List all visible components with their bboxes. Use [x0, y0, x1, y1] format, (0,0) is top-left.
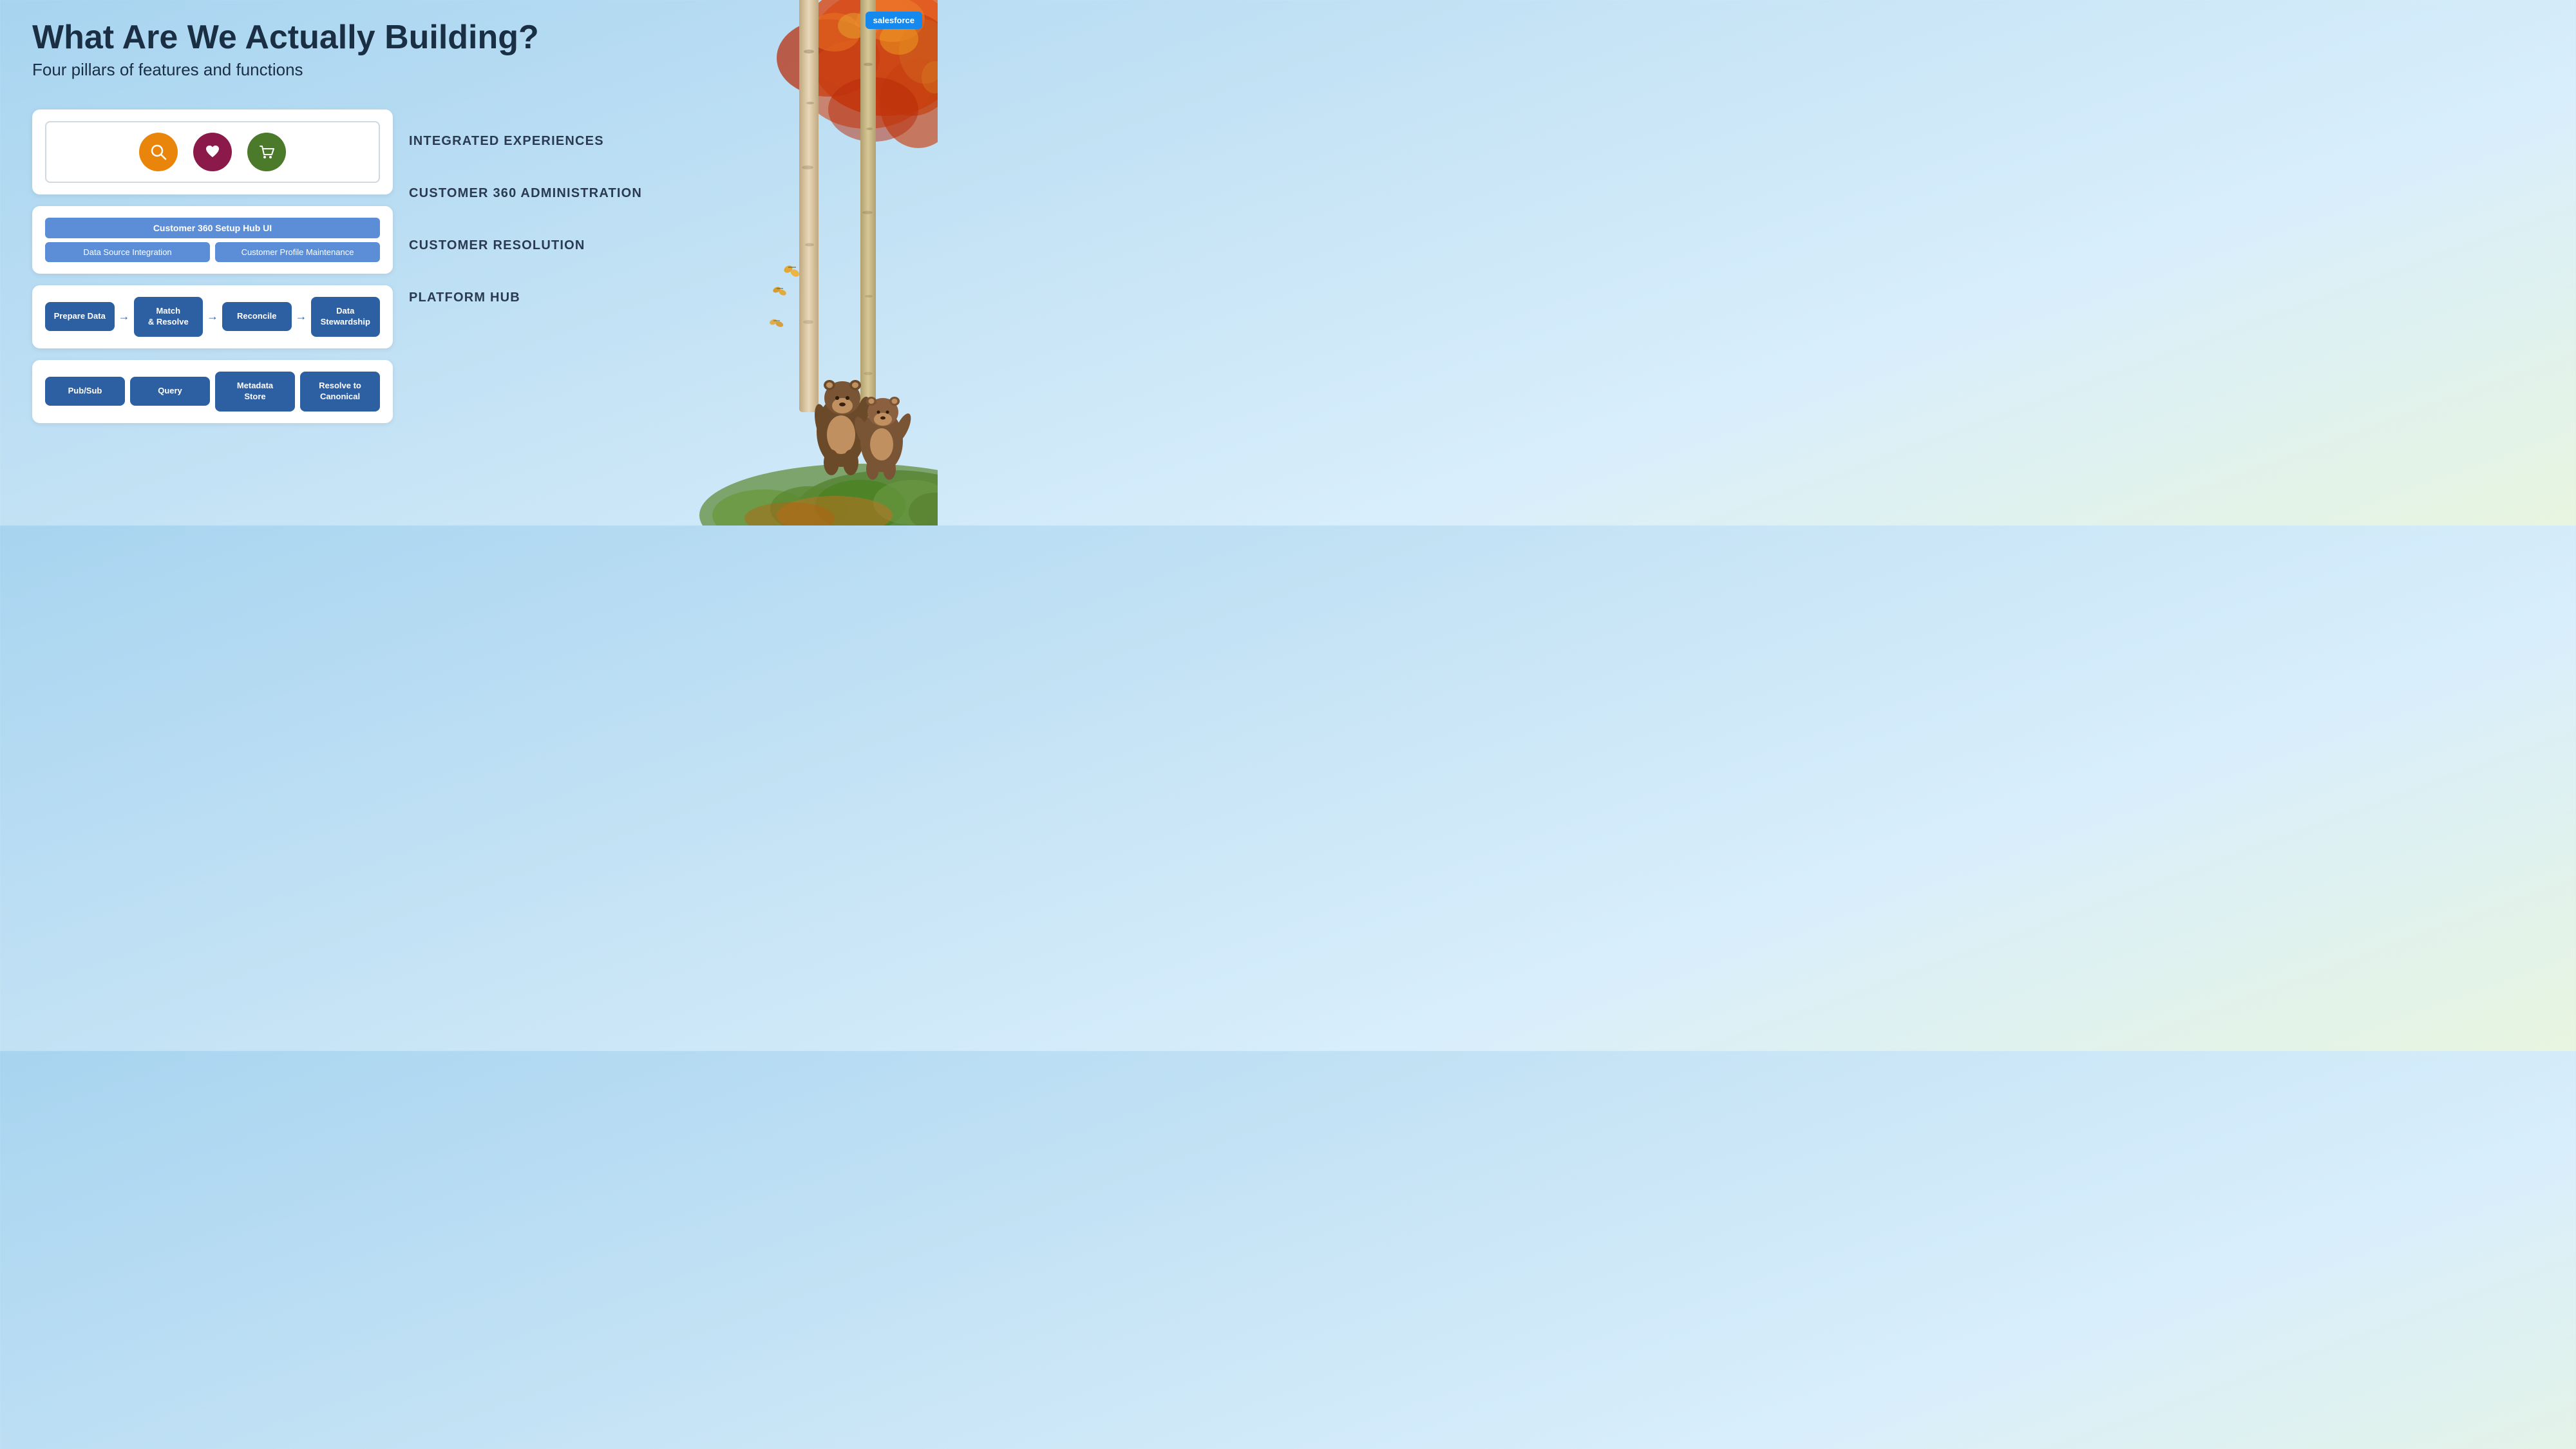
main-title: What Are We Actually Building?	[32, 19, 539, 56]
pillar-row-admin: Customer 360 Setup Hub UI Data Source In…	[32, 206, 393, 274]
label-admin: CUSTOMER 360 ADMINISTRATION	[409, 186, 642, 201]
label-resolution: CUSTOMER RESOLUTION	[409, 238, 642, 253]
admin-bottom-row: Data Source Integration Customer Profile…	[45, 242, 380, 262]
salesforce-logo: salesforce	[866, 12, 922, 29]
icons-wrapper	[45, 121, 380, 183]
admin-block: Customer 360 Setup Hub UI Data Source In…	[45, 218, 380, 262]
pillar-row-integrated	[32, 109, 393, 194]
plat-resolve: Resolve toCanonical	[300, 372, 380, 412]
nature-decoration	[667, 0, 938, 526]
cart-icon-circle	[247, 133, 286, 171]
labels-wrapper: INTEGRATED EXPERIENCES CUSTOMER 360 ADMI…	[409, 116, 642, 305]
label-platform: PLATFORM HUB	[409, 290, 642, 305]
pillar-row-resolution: Prepare Data → Match& Resolve → Reconcil…	[32, 285, 393, 348]
arrow-2: →	[207, 310, 218, 323]
title-area: What Are We Actually Building? Four pill…	[32, 19, 539, 80]
admin-sub-bar-left: Data Source Integration	[45, 242, 210, 262]
pillars-container: Customer 360 Setup Hub UI Data Source In…	[32, 109, 393, 435]
res-match-resolve: Match& Resolve	[134, 297, 204, 337]
plat-pubsub: Pub/Sub	[45, 377, 125, 406]
res-data-stewardship: DataStewardship	[311, 297, 381, 337]
subtitle: Four pillars of features and functions	[32, 60, 539, 80]
platform-row: Pub/Sub Query MetadataStore Resolve toCa…	[45, 372, 380, 412]
search-icon-circle	[139, 133, 178, 171]
arrow-3: →	[296, 310, 307, 323]
pillar-row-platform: Pub/Sub Query MetadataStore Resolve toCa…	[32, 360, 393, 423]
heart-icon-circle	[193, 133, 232, 171]
arrow-1: →	[118, 310, 130, 323]
res-prepare-data: Prepare Data	[45, 302, 115, 331]
plat-metadata: MetadataStore	[215, 372, 295, 412]
admin-sub-bar-right: Customer Profile Maintenance	[215, 242, 380, 262]
label-integrated: INTEGRATED EXPERIENCES	[409, 134, 642, 149]
res-reconcile: Reconcile	[222, 302, 292, 331]
resolution-row: Prepare Data → Match& Resolve → Reconcil…	[45, 297, 380, 337]
plat-query: Query	[130, 377, 210, 406]
admin-top-bar: Customer 360 Setup Hub UI	[45, 218, 380, 238]
